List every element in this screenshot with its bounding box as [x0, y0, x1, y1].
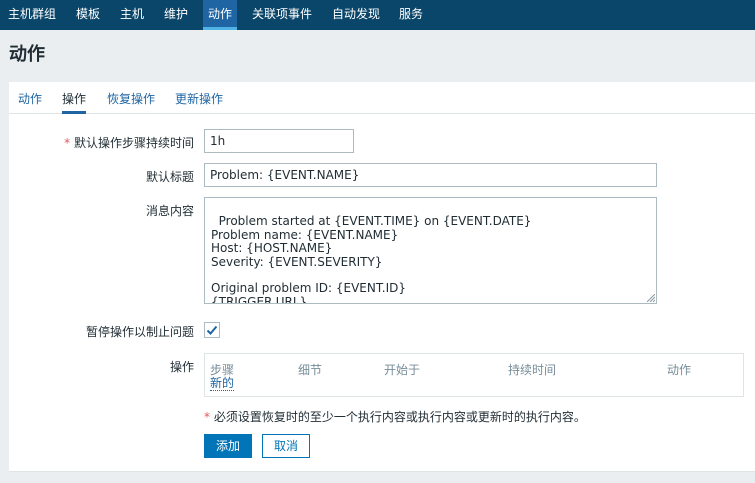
- note-required-mark: *: [204, 410, 210, 424]
- nav-item-templates[interactable]: 模板: [76, 0, 100, 30]
- nav-item-discovery[interactable]: 自动发现: [332, 0, 380, 30]
- note-text: 必须设置恢复时的至少一个执行内容或执行内容或更新时的执行内容。: [213, 410, 586, 424]
- checkmark-icon: [206, 325, 218, 335]
- add-button[interactable]: 添加: [204, 434, 252, 458]
- required-note: * 必须设置恢复时的至少一个执行内容或执行内容或更新时的执行内容。: [204, 408, 586, 425]
- message-text: Problem started at {EVENT.TIME} on {EVEN…: [211, 214, 532, 304]
- pause-suppressed-label: 暂停操作以制止问题: [85, 325, 194, 339]
- nav-item-actions[interactable]: 动作: [203, 0, 238, 30]
- cancel-button[interactable]: 取消: [262, 434, 310, 458]
- new-operation-link[interactable]: 新的: [210, 377, 235, 391]
- message-textarea[interactable]: Problem started at {EVENT.TIME} on {EVEN…: [204, 197, 657, 304]
- step-duration-label: * 默认操作步骤持续时间: [64, 134, 194, 151]
- operations-table: 步骤 细节 开始于 持续时间 动作 新的: [204, 353, 744, 397]
- nav-item-hosts[interactable]: 主机: [120, 0, 144, 30]
- default-subject-label: 默认标题: [145, 170, 194, 184]
- resize-handle-icon[interactable]: [647, 294, 655, 302]
- step-duration-input[interactable]: 1h: [204, 129, 354, 153]
- required-mark: *: [64, 136, 71, 150]
- tab-recovery-operations[interactable]: 恢复操作: [107, 90, 155, 114]
- nav-item-event-correlation[interactable]: 关联项事件: [252, 0, 312, 30]
- nav-item-maintenance[interactable]: 维护: [164, 0, 188, 30]
- nav-item-services[interactable]: 服务: [399, 0, 423, 30]
- tab-action[interactable]: 动作: [18, 90, 42, 114]
- operations-label: 操作: [169, 360, 194, 374]
- tab-operations[interactable]: 操作: [62, 90, 87, 114]
- nav-item-host-groups[interactable]: 主机群组: [8, 0, 56, 30]
- default-subject-input[interactable]: Problem: {EVENT.NAME}: [204, 163, 657, 187]
- top-navigation: 主机群组 模板 主机 维护 动作 关联项事件 自动发现 服务: [0, 0, 755, 30]
- column-header-action: 动作: [667, 363, 692, 377]
- column-header-details: 细节: [298, 363, 323, 377]
- column-header-start-in: 开始于: [384, 363, 421, 377]
- column-header-duration: 持续时间: [508, 363, 557, 377]
- message-label: 消息内容: [145, 204, 194, 218]
- step-duration-label-text: 默认操作步骤持续时间: [73, 136, 194, 150]
- pause-suppressed-checkbox[interactable]: [204, 322, 220, 338]
- tab-bar: 动作 操作 恢复操作 更新操作: [9, 82, 755, 114]
- page-title: 动作: [9, 44, 45, 65]
- tab-update-operations[interactable]: 更新操作: [175, 90, 223, 114]
